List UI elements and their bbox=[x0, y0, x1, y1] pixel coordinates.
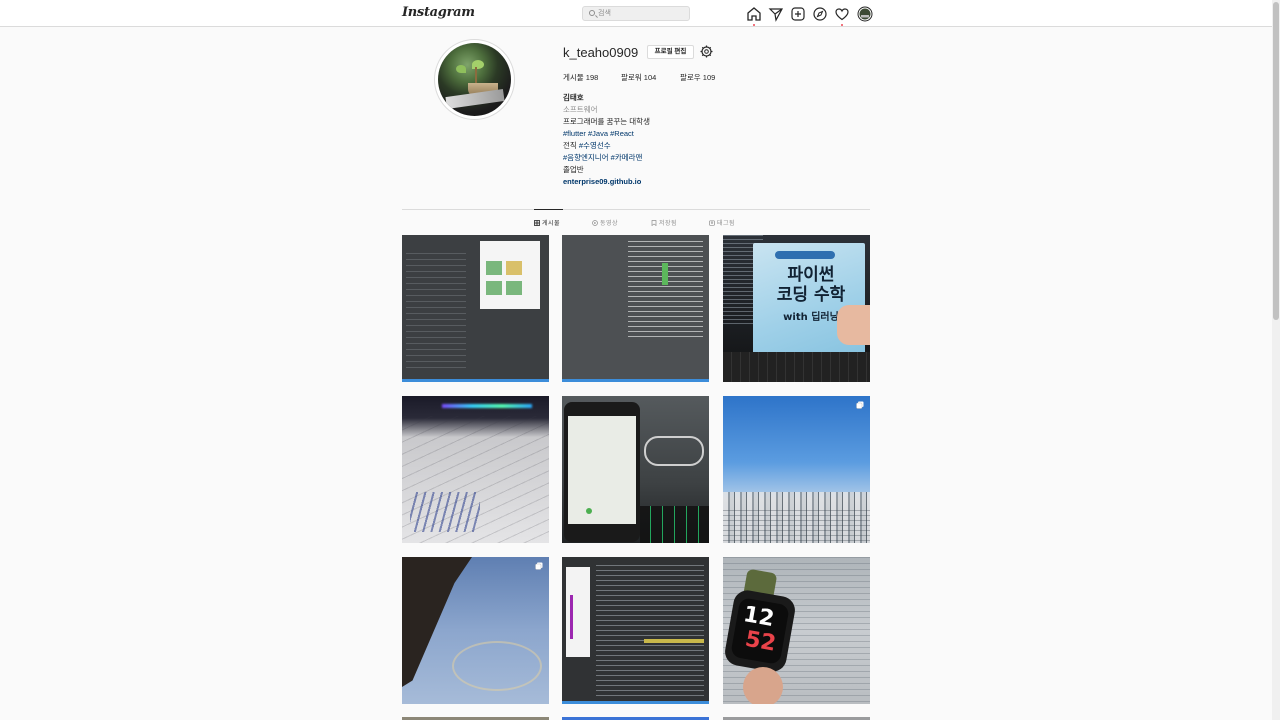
post-thumbnail[interactable] bbox=[402, 396, 549, 543]
carousel-icon bbox=[856, 401, 864, 409]
posts-label: 게시물 bbox=[563, 73, 584, 82]
post-thumbnail[interactable] bbox=[562, 235, 709, 382]
book-cover-title-line-3: with 딥러닝 bbox=[783, 312, 839, 323]
activity-notification-dot bbox=[841, 24, 843, 26]
profile-avatar-icon[interactable] bbox=[857, 6, 873, 22]
followers-label: 팔로워 bbox=[621, 73, 642, 82]
tab-posts-label: 게시물 bbox=[542, 221, 561, 227]
post-thumbnail[interactable] bbox=[562, 557, 709, 704]
followers-count[interactable]: 팔로워 104 bbox=[621, 72, 656, 83]
posts-count: 게시물 198 bbox=[563, 72, 598, 83]
grid-icon bbox=[534, 220, 540, 226]
tabs-divider bbox=[402, 209, 870, 210]
search-placeholder: 검색 bbox=[598, 10, 611, 17]
post-thumbnail[interactable] bbox=[402, 557, 549, 704]
tab-tagged[interactable]: 태그됨 bbox=[709, 218, 735, 227]
post-thumbnail[interactable] bbox=[562, 396, 709, 543]
post-thumbnail[interactable] bbox=[723, 396, 870, 543]
bio-line-1: 프로그래머를 꿈꾸는 대학생 bbox=[563, 117, 650, 126]
book-cover-title-line-1: 파이썬 bbox=[787, 265, 835, 285]
direct-icon[interactable] bbox=[768, 6, 784, 22]
activity-heart-icon[interactable] bbox=[834, 6, 850, 26]
profile-username: k_teaho0909 bbox=[563, 45, 639, 60]
profile-full-name: 김태호 bbox=[563, 93, 584, 102]
bio-website-link[interactable]: enterprise09.github.io bbox=[563, 176, 650, 188]
post-thumbnail[interactable]: 파이썬 코딩 수학 with 딥러닝 bbox=[723, 235, 870, 382]
tab-posts[interactable]: 게시물 bbox=[534, 218, 560, 227]
bio-hashtags-1[interactable]: #flutter #Java #React bbox=[563, 128, 650, 140]
home-notification-dot bbox=[753, 24, 755, 26]
carousel-icon bbox=[535, 562, 543, 570]
profile-category: 소프트웨어 bbox=[563, 105, 598, 114]
tab-saved[interactable]: 저장됨 bbox=[651, 218, 677, 227]
search-input[interactable]: 검색 bbox=[582, 6, 690, 21]
bio-line-3: 전직 #수영선수 bbox=[563, 140, 650, 152]
watch-minute: 52 bbox=[743, 626, 778, 657]
active-tab-indicator bbox=[534, 209, 563, 210]
following-label: 팔로우 bbox=[680, 73, 701, 82]
posts-value: 198 bbox=[585, 73, 599, 82]
followers-value: 104 bbox=[643, 73, 657, 82]
home-icon[interactable] bbox=[746, 6, 762, 26]
following-value: 109 bbox=[702, 73, 716, 82]
bookmark-icon bbox=[651, 220, 657, 226]
tab-videos-label: 동영상 bbox=[600, 221, 619, 227]
page-scrollbar[interactable] bbox=[1272, 0, 1280, 720]
bio-hashtag-swimmer[interactable]: #수영선수 bbox=[579, 141, 611, 150]
new-post-icon[interactable] bbox=[790, 6, 806, 22]
bio-hashtags-2[interactable]: #음향엔지니어 #카메라맨 bbox=[563, 152, 650, 164]
post-thumbnail[interactable] bbox=[402, 235, 549, 382]
bio-line-3-text: 전직 bbox=[563, 141, 579, 150]
post-thumbnail[interactable]: 12 52 bbox=[723, 557, 870, 704]
following-count[interactable]: 팔로우 109 bbox=[680, 72, 715, 83]
edit-profile-button[interactable]: 프로필 편집 bbox=[647, 45, 694, 59]
video-icon bbox=[592, 220, 598, 226]
profile-avatar[interactable] bbox=[434, 39, 515, 120]
profile-photo bbox=[438, 43, 511, 116]
tagged-icon bbox=[709, 220, 715, 226]
bio-line-5: 졸업반 bbox=[563, 165, 584, 174]
instagram-logo[interactable]: Instagram bbox=[402, 5, 475, 20]
top-navigation-bar: Instagram 검색 bbox=[0, 0, 1272, 27]
search-icon bbox=[589, 10, 595, 16]
scrollbar-thumb[interactable] bbox=[1273, 2, 1279, 320]
settings-gear-icon[interactable] bbox=[700, 45, 713, 58]
explore-icon[interactable] bbox=[812, 6, 828, 22]
profile-bio: 김태호 소프트웨어 프로그래머를 꿈꾸는 대학생 #flutter #Java … bbox=[563, 92, 650, 188]
tab-tagged-label: 태그됨 bbox=[717, 221, 736, 227]
tab-saved-label: 저장됨 bbox=[659, 221, 678, 227]
tab-videos[interactable]: 동영상 bbox=[592, 218, 618, 227]
book-cover-title-line-2: 코딩 수학 bbox=[776, 285, 846, 305]
